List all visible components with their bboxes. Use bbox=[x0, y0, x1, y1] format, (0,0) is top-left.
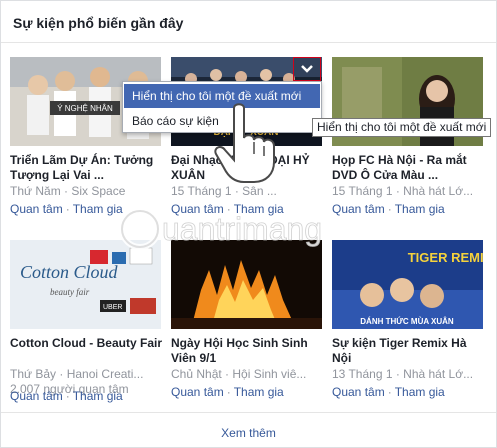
options-button[interactable] bbox=[293, 57, 321, 81]
interested-link[interactable]: Quan tâm bbox=[10, 202, 63, 216]
separator-dot: · bbox=[65, 389, 70, 403]
event-title[interactable]: Họp FC Hà Nội - Ra mắt DVD Ô Cửa Màu ... bbox=[332, 153, 487, 183]
watermark-logo: uantrimang bbox=[119, 208, 322, 250]
interested-link[interactable]: Quan tâm bbox=[10, 389, 63, 403]
event-meta: Chủ Nhật · Hội Sinh viê... bbox=[171, 367, 307, 381]
separator-dot: · bbox=[387, 202, 392, 216]
event-meta: Thứ Bảy · Hanoi Creati... bbox=[10, 367, 144, 381]
event-actions: Quan tâm · Tham gia bbox=[332, 385, 445, 400]
event-meta: 15 Tháng 1 · Sân ... bbox=[171, 184, 277, 198]
event-actions: Quan tâm · Tham gia bbox=[10, 202, 123, 217]
event-actions: Quan tâm · Tham gia bbox=[10, 389, 123, 404]
join-link[interactable]: Tham gia bbox=[73, 389, 123, 403]
event-meta: Thứ Năm · Six Space bbox=[10, 184, 126, 198]
event-title[interactable]: Triển Lãm Dự Án: Tưởng Tượng Lại Vai ... bbox=[10, 153, 165, 183]
separator-dot: · bbox=[65, 202, 70, 216]
join-link[interactable]: Tham gia bbox=[73, 202, 123, 216]
footer-divider bbox=[1, 412, 496, 413]
event-meta: 13 Tháng 1 · Nhà hát Lớ... bbox=[332, 367, 474, 381]
join-link[interactable]: Tham gia bbox=[234, 385, 284, 399]
event-meta: 15 Tháng 1 · Nhà hát Lớ... bbox=[332, 184, 474, 198]
event-title[interactable]: Ngày Hội Học Sinh Sinh Viên 9/1 bbox=[171, 336, 326, 366]
svg-text:DÁNH THỨC MÙA XUÂN: DÁNH THỨC MÙA XUÂN bbox=[360, 317, 454, 326]
hand-cursor-icon bbox=[214, 103, 275, 183]
panel-title: Sự kiện phổ biến gần đây bbox=[13, 15, 184, 31]
interested-link[interactable]: Quan tâm bbox=[332, 385, 385, 399]
event-title[interactable]: Sự kiện Tiger Remix Hà Nội bbox=[332, 336, 487, 366]
header-divider bbox=[1, 42, 496, 43]
svg-text:UBER: UBER bbox=[103, 304, 122, 311]
thumbnail-text: Cotton Cloud bbox=[20, 262, 119, 282]
tooltip: Hiển thị cho tôi một đề xuất mới bbox=[312, 118, 492, 137]
thumbnail-text: Ý NGHỆ NHÂN bbox=[57, 104, 113, 113]
join-link[interactable]: Tham gia bbox=[395, 202, 445, 216]
watermark-text: uantrimang bbox=[162, 211, 322, 247]
chevron-down-icon bbox=[301, 65, 313, 73]
event-actions: Quan tâm · Tham gia bbox=[171, 385, 284, 400]
svg-text:beauty fair: beauty fair bbox=[50, 287, 90, 297]
see-more-link[interactable]: Xem thêm bbox=[1, 426, 496, 440]
join-link[interactable]: Tham gia bbox=[395, 385, 445, 399]
thumbnail-text: TIGER REMIX bbox=[408, 250, 483, 265]
separator-dot: · bbox=[226, 385, 231, 399]
event-title[interactable]: Cotton Cloud - Beauty Fair bbox=[10, 336, 165, 351]
interested-link[interactable]: Quan tâm bbox=[171, 385, 224, 399]
separator-dot: · bbox=[387, 385, 392, 399]
